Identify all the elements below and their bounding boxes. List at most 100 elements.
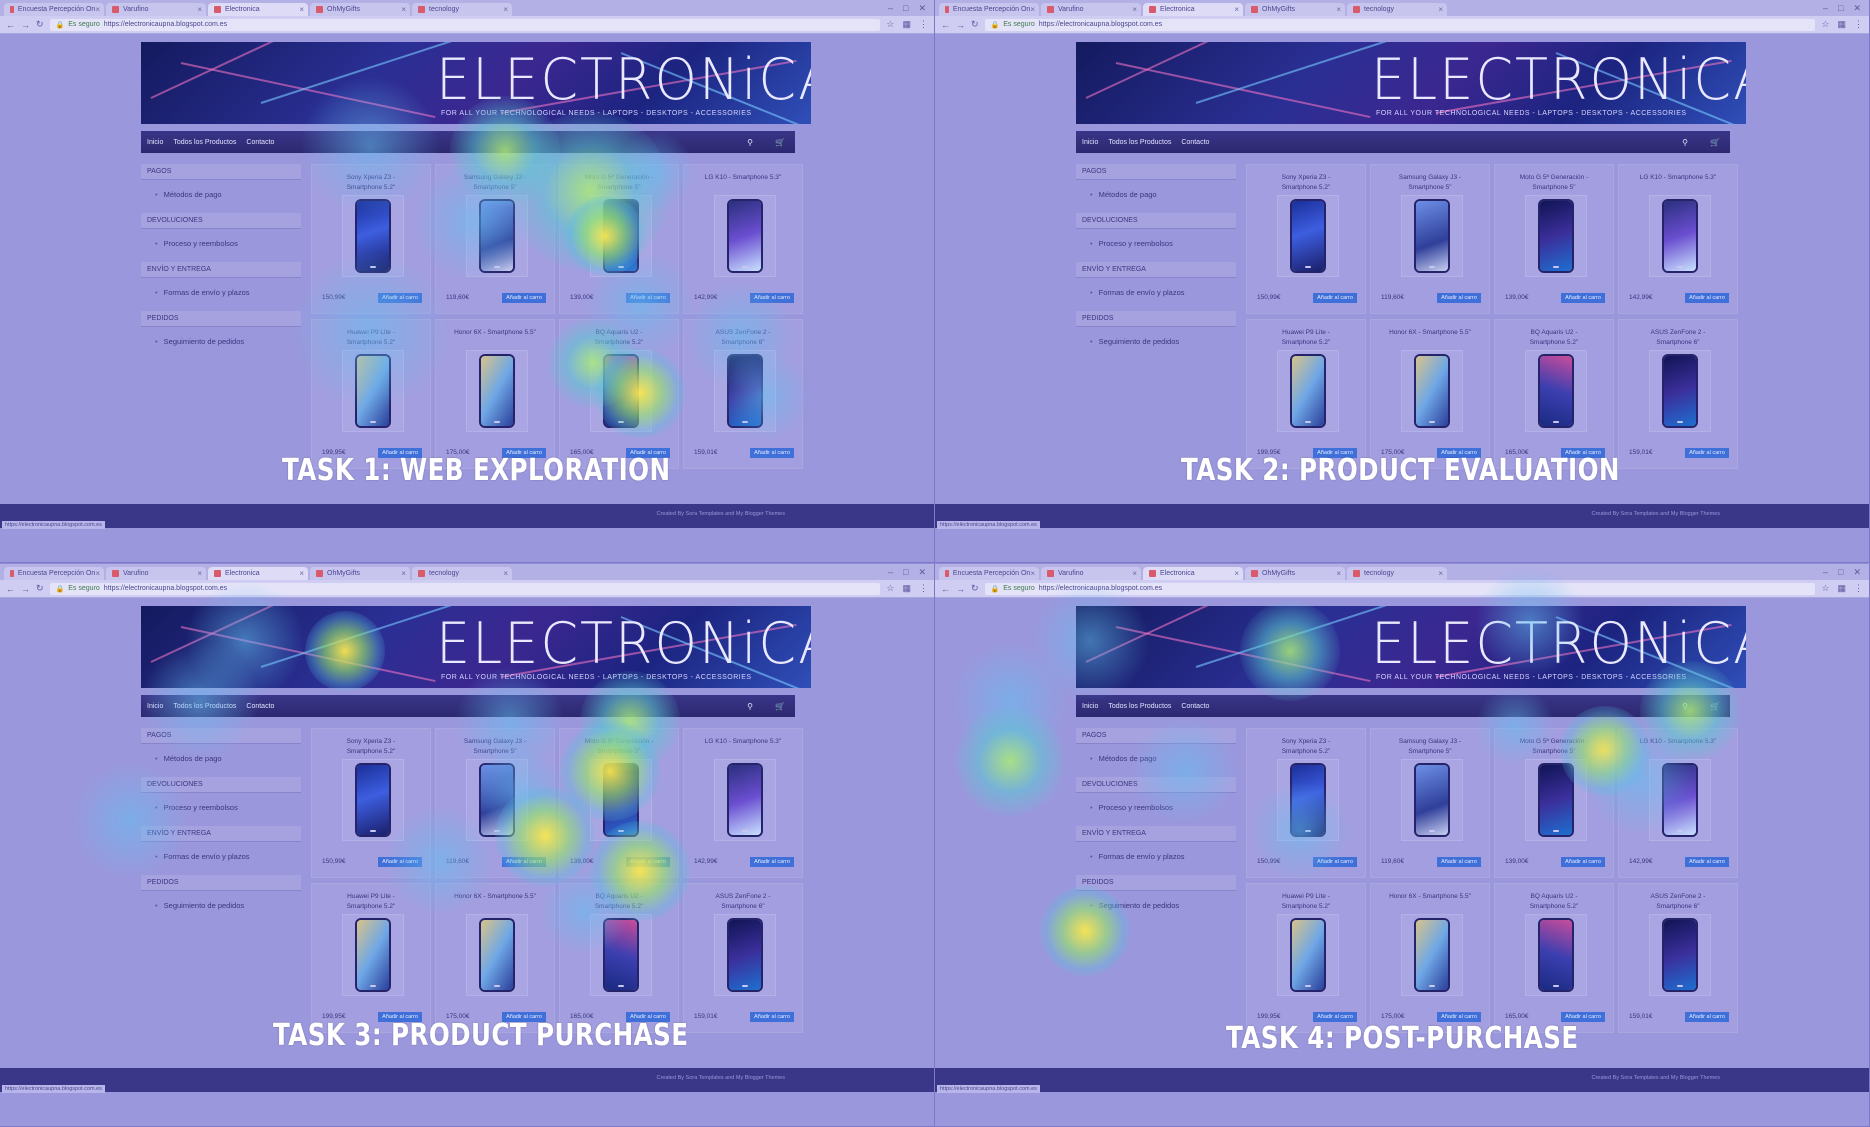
product-image[interactable] xyxy=(1525,350,1587,432)
product-image[interactable] xyxy=(1277,195,1339,277)
product-card[interactable]: ASUS ZenFone 2 - Smartphone 6" 159,01€ Añad… xyxy=(1618,319,1738,469)
nav-item-inicio[interactable]: Inicio xyxy=(147,139,163,146)
add-to-cart-button[interactable]: Añadir al carro xyxy=(378,293,422,303)
back-icon[interactable]: ← xyxy=(6,584,15,594)
product-card[interactable]: LG K10 - Smartphone 5.3" 142,99€ Añadir al… xyxy=(1618,164,1738,314)
close-tab-icon[interactable]: × xyxy=(401,5,406,14)
product-card[interactable]: Honor 6X - Smartphone 5.5" 175,00€ Añadir … xyxy=(1370,883,1490,1033)
product-card[interactable]: Moto G 5ª Generación - Smartphone 5" 139,0… xyxy=(559,728,679,878)
product-image[interactable] xyxy=(590,195,652,277)
sidebar-link[interactable]: Proceso y reembolsos xyxy=(1076,229,1236,262)
nav-item-contacto[interactable]: Contacto xyxy=(1181,139,1209,146)
browser-menu-icon[interactable]: ⋮ xyxy=(919,583,928,594)
add-to-cart-button[interactable]: Añadir al carro xyxy=(502,293,546,303)
product-name[interactable]: Samsung Galaxy J3 - Smartphone 5" xyxy=(1371,165,1489,197)
close-tab-icon[interactable]: × xyxy=(95,569,100,578)
product-name[interactable]: Samsung Galaxy J3 - Smartphone 5" xyxy=(436,165,554,197)
sidebar-link[interactable]: Seguimiento de pedidos xyxy=(1076,327,1236,360)
url-field[interactable]: 🔒 Es seguro https://electronicaupna.blog… xyxy=(984,18,1816,31)
add-to-cart-button[interactable]: Añadir al carro xyxy=(626,857,670,867)
nav-item-productos[interactable]: Todos los Productos xyxy=(1108,139,1171,146)
cart-icon[interactable]: 🛒 xyxy=(775,138,785,147)
product-image[interactable] xyxy=(1649,759,1711,841)
product-name[interactable]: Huawei P9 Lite - Smartphone 5.2" xyxy=(1247,320,1365,352)
product-name[interactable]: Moto G 5ª Generación - Smartphone 5" xyxy=(560,165,678,197)
sidebar-link[interactable]: Seguimiento de pedidos xyxy=(1076,891,1236,924)
site-banner[interactable]: ELECTRONiCA FOR ALL YOUR TECHNOLOGICAL N… xyxy=(1076,606,1746,688)
product-name[interactable]: Honor 6X - Smartphone 5.5" xyxy=(1371,884,1489,916)
close-window-icon[interactable]: ✕ xyxy=(918,3,926,14)
add-to-cart-button[interactable]: Añadir al carro xyxy=(1313,857,1357,867)
cart-icon[interactable]: 🛒 xyxy=(1710,702,1720,711)
browser-menu-icon[interactable]: ⋮ xyxy=(919,19,928,30)
close-tab-icon[interactable]: × xyxy=(1336,569,1341,578)
browser-tab[interactable]: Varufino × xyxy=(106,3,206,16)
product-image[interactable] xyxy=(1649,914,1711,996)
product-card[interactable]: Sony Xperia Z3 - Smartphone 5.2" 150,99€ Añ… xyxy=(311,728,431,878)
product-name[interactable]: Moto G 5ª Generación - Smartphone 5" xyxy=(1495,729,1613,761)
product-card[interactable]: ASUS ZenFone 2 - Smartphone 6" 159,01€ Añad… xyxy=(683,883,803,1033)
product-image[interactable] xyxy=(714,914,776,996)
product-image[interactable] xyxy=(1525,759,1587,841)
url-field[interactable]: 🔒 Es seguro https://electronicaupna.blog… xyxy=(984,582,1816,595)
product-name[interactable]: LG K10 - Smartphone 5.3" xyxy=(1619,729,1737,761)
browser-tab[interactable]: Electronica × xyxy=(208,3,308,16)
maximize-icon[interactable]: □ xyxy=(903,3,908,14)
add-to-cart-button[interactable]: Añadir al carro xyxy=(750,293,794,303)
close-tab-icon[interactable]: × xyxy=(1132,5,1137,14)
sidebar-link[interactable]: Proceso y reembolsos xyxy=(141,229,301,262)
sidebar-link[interactable]: Formas de envío y plazos xyxy=(141,278,301,311)
nav-item-inicio[interactable]: Inicio xyxy=(1082,139,1098,146)
product-name[interactable]: Honor 6X - Smartphone 5.5" xyxy=(1371,320,1489,352)
add-to-cart-button[interactable]: Añadir al carro xyxy=(1685,448,1729,458)
product-card[interactable]: Huawei P9 Lite - Smartphone 5.2" 199,95€ Añ… xyxy=(311,319,431,469)
sidebar-link[interactable]: Métodos de pago xyxy=(141,180,301,213)
close-window-icon[interactable]: ✕ xyxy=(1853,567,1861,578)
add-to-cart-button[interactable]: Añadir al carro xyxy=(1685,1012,1729,1022)
product-card[interactable]: Samsung Galaxy J3 - Smartphone 5" 119,60€ A… xyxy=(1370,728,1490,878)
close-tab-icon[interactable]: × xyxy=(197,569,202,578)
product-card[interactable]: Sony Xperia Z3 - Smartphone 5.2" 150,99€ Añ… xyxy=(1246,728,1366,878)
product-card[interactable]: Samsung Galaxy J3 - Smartphone 5" 119,60€ A… xyxy=(1370,164,1490,314)
close-tab-icon[interactable]: × xyxy=(1336,5,1341,14)
close-tab-icon[interactable]: × xyxy=(1234,5,1239,14)
browser-tab[interactable]: Encuesta Percepción On × xyxy=(939,3,1039,16)
forward-icon[interactable]: → xyxy=(21,20,30,30)
product-card[interactable]: Sony Xperia Z3 - Smartphone 5.2" 150,99€ Añ… xyxy=(311,164,431,314)
close-tab-icon[interactable]: × xyxy=(1438,5,1443,14)
extension-icon[interactable]: ▦ xyxy=(902,583,911,594)
product-name[interactable]: LG K10 - Smartphone 5.3" xyxy=(1619,165,1737,197)
close-tab-icon[interactable]: × xyxy=(299,569,304,578)
product-name[interactable]: Samsung Galaxy J3 - Smartphone 5" xyxy=(436,729,554,761)
product-image[interactable] xyxy=(1277,759,1339,841)
close-window-icon[interactable]: ✕ xyxy=(1853,3,1861,14)
close-tab-icon[interactable]: × xyxy=(1030,569,1035,578)
close-tab-icon[interactable]: × xyxy=(503,5,508,14)
sidebar-link[interactable]: Seguimiento de pedidos xyxy=(141,891,301,924)
browser-tab[interactable]: OhMyGifts × xyxy=(1245,567,1345,580)
close-tab-icon[interactable]: × xyxy=(197,5,202,14)
site-banner[interactable]: ELECTRONiCA FOR ALL YOUR TECHNOLOGICAL N… xyxy=(1076,42,1746,124)
product-card[interactable]: Huawei P9 Lite - Smartphone 5.2" 199,95€ Añ… xyxy=(311,883,431,1033)
product-name[interactable]: Moto G 5ª Generación - Smartphone 5" xyxy=(560,729,678,761)
product-image[interactable] xyxy=(342,350,404,432)
product-name[interactable]: Sony Xperia Z3 - Smartphone 5.2" xyxy=(312,165,430,197)
product-card[interactable]: BQ Aquaris U2 - Smartphone 5.2" 165,00€ Aña… xyxy=(1494,319,1614,469)
browser-tab[interactable]: Varufino × xyxy=(1041,567,1141,580)
product-card[interactable]: Huawei P9 Lite - Smartphone 5.2" 199,95€ Añ… xyxy=(1246,319,1366,469)
close-tab-icon[interactable]: × xyxy=(1132,569,1137,578)
add-to-cart-button[interactable]: Añadir al carro xyxy=(1437,293,1481,303)
close-tab-icon[interactable]: × xyxy=(401,569,406,578)
product-name[interactable]: ASUS ZenFone 2 - Smartphone 6" xyxy=(684,884,802,916)
product-image[interactable] xyxy=(590,914,652,996)
add-to-cart-button[interactable]: Añadir al carro xyxy=(750,857,794,867)
product-image[interactable] xyxy=(1525,914,1587,996)
reload-icon[interactable]: ↻ xyxy=(971,583,979,594)
browser-tab[interactable]: OhMyGifts × xyxy=(310,567,410,580)
maximize-icon[interactable]: □ xyxy=(1838,567,1843,578)
product-card[interactable]: Moto G 5ª Generación - Smartphone 5" 139,0… xyxy=(1494,728,1614,878)
sidebar-link[interactable]: Formas de envío y plazos xyxy=(1076,278,1236,311)
extension-icon[interactable]: ▦ xyxy=(1837,583,1846,594)
product-name[interactable]: BQ Aquaris U2 - Smartphone 5.2" xyxy=(560,884,678,916)
product-name[interactable]: Sony Xperia Z3 - Smartphone 5.2" xyxy=(1247,729,1365,761)
